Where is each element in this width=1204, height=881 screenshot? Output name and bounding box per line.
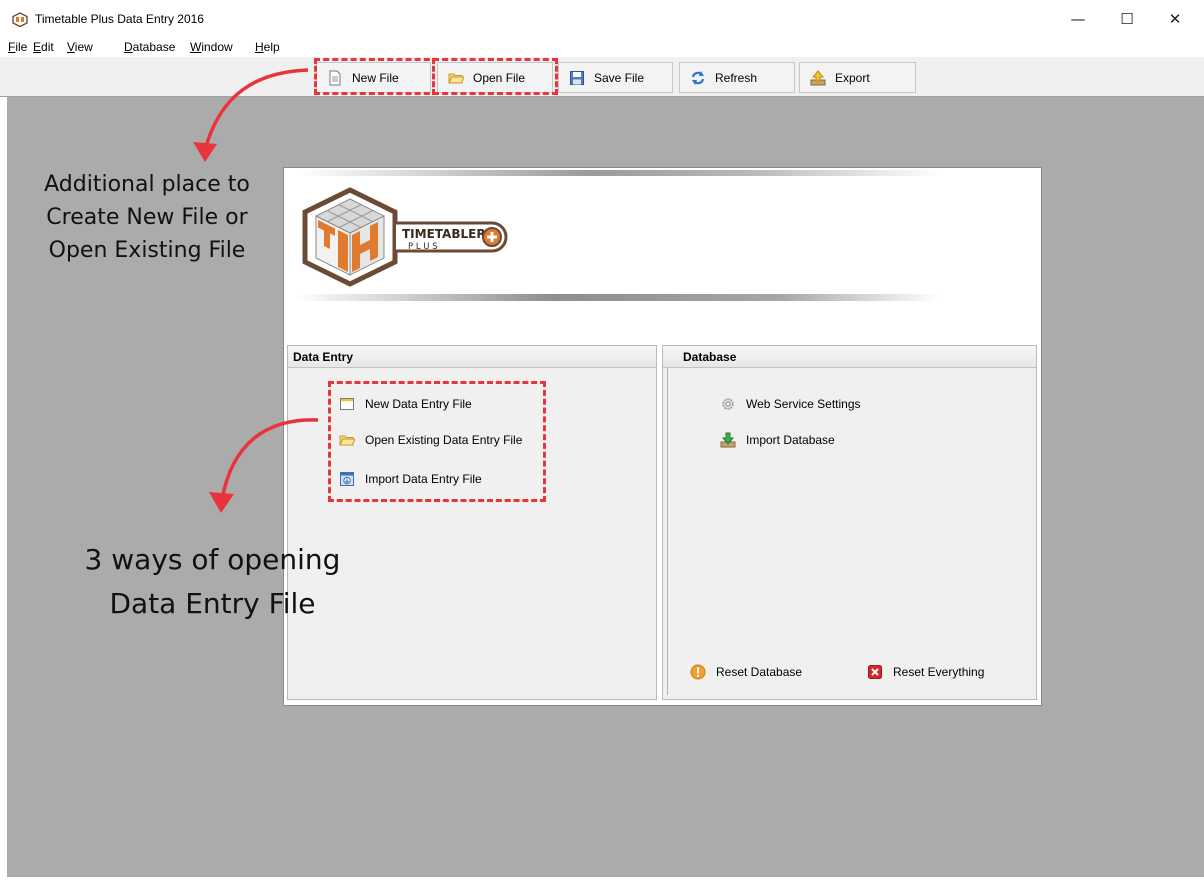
- toolbar-annotation-line: Open Existing File: [48, 238, 246, 263]
- toolbar-annotation-line: Create New File or: [46, 205, 248, 230]
- arrow-to-panel: [209, 418, 319, 513]
- panel-annotation: 3 ways of opening Data Entry File: [45, 538, 380, 626]
- panel-annotation-line: 3 ways of opening: [84, 543, 341, 576]
- arrow-to-toolbar: [193, 68, 309, 162]
- toolbar-annotation-line: Additional place to: [44, 172, 250, 197]
- panel-annotation-line: Data Entry File: [109, 587, 316, 620]
- annotation-arrows: [193, 68, 319, 513]
- toolbar-annotation: Additional place to Create New File or O…: [22, 168, 272, 267]
